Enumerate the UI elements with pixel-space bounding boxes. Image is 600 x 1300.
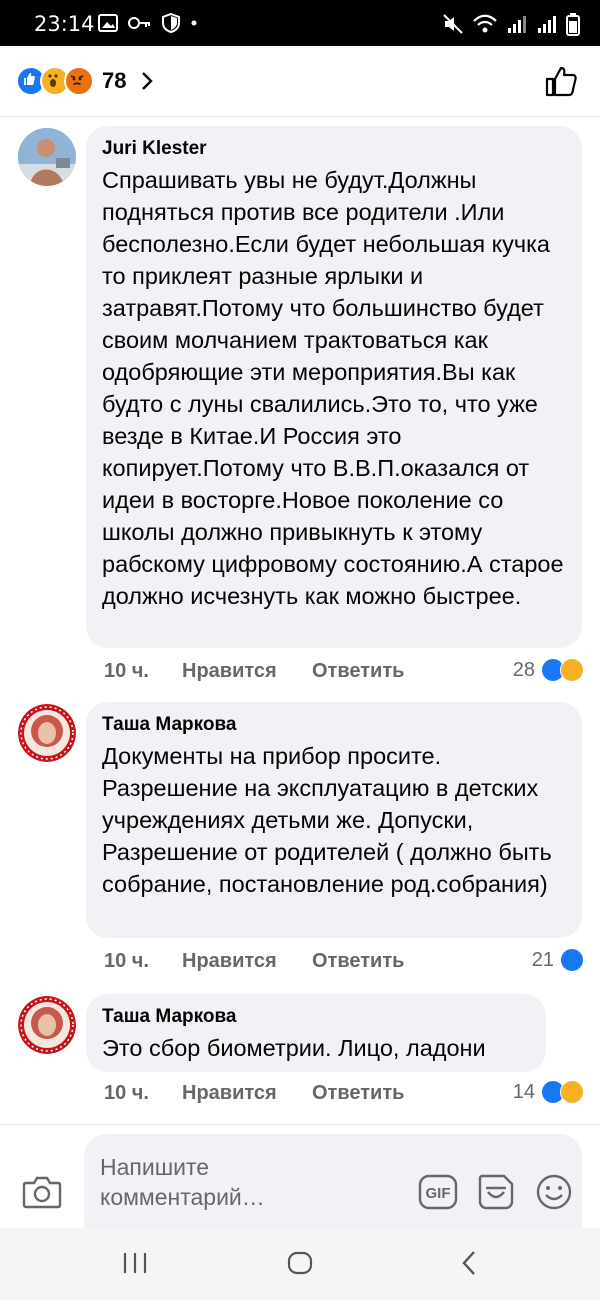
comment-reaction-count: 21 (531, 948, 554, 971)
like-link[interactable]: Нравится (182, 950, 312, 973)
comment-bubble: Juri Klester Спрашивать увы не будут.Дол… (86, 126, 582, 648)
chevron-right-icon (142, 72, 154, 90)
emoji-icon[interactable] (534, 1172, 574, 1212)
status-bar: 23:14 (0, 0, 600, 46)
avatar[interactable] (18, 996, 76, 1054)
signal-2-icon (538, 16, 556, 33)
camera-icon[interactable] (22, 1174, 62, 1210)
dot-icon (191, 20, 197, 26)
comment-time[interactable]: 10 ч. (104, 950, 182, 973)
angry-icon (64, 66, 94, 96)
reply-link[interactable]: Ответить (312, 1082, 404, 1105)
comment-text: Документы на прибор просите. Разрешение … (102, 743, 552, 897)
comment-author[interactable]: Juri Klester (102, 138, 566, 160)
key-notification-icon (128, 17, 150, 29)
comment-text: Спрашивать увы не будут.Должны подняться… (102, 167, 564, 609)
comment-reactions[interactable]: 14 (513, 1080, 584, 1104)
back-icon[interactable] (455, 1248, 485, 1278)
avatar[interactable] (18, 128, 76, 186)
comment-bubble: Таша Маркова Это сбор биометрии. Лицо, л… (86, 994, 546, 1072)
composer-divider (0, 1124, 600, 1125)
comments-sheet: 78 Juri Klester Спрашивать увы не будут.… (0, 46, 600, 1300)
android-nav-bar (0, 1228, 600, 1300)
like-icon (560, 948, 584, 972)
like-link[interactable]: Нравится (182, 1082, 312, 1105)
comment-reaction-count: 14 (512, 1080, 535, 1103)
gallery-notification-icon (98, 14, 118, 32)
reply-link[interactable]: Ответить (312, 950, 404, 973)
thumbs-up-icon[interactable] (544, 64, 578, 98)
comment-reactions[interactable]: 28 (513, 658, 584, 682)
gif-label: GIF (426, 1185, 451, 1202)
comment-meta: 10 ч. Нравится Ответить (104, 950, 404, 973)
comment-author[interactable]: Таша Маркова (102, 1006, 530, 1028)
recent-apps-icon[interactable] (120, 1248, 150, 1278)
gif-icon[interactable]: GIF (418, 1174, 458, 1210)
comment-reactions[interactable]: 21 (532, 948, 584, 972)
status-left-icons (98, 13, 198, 33)
reply-link[interactable]: Ответить (312, 660, 404, 683)
status-time: 23:14 (34, 12, 95, 36)
reactions-summary[interactable]: 78 (16, 66, 154, 96)
comment-meta: 10 ч. Нравится Ответить (104, 660, 404, 683)
reactions-count: 78 (102, 68, 127, 93)
comment-input-placeholder: Напишите комментарий… (100, 1154, 265, 1210)
home-icon[interactable] (285, 1248, 315, 1278)
signal-1-icon (508, 16, 526, 33)
comment-text: Это сбор биометрии. Лицо, ладони (102, 1035, 486, 1061)
battery-icon (566, 13, 580, 36)
comment-reaction-count: 28 (512, 658, 535, 681)
wifi-icon (473, 14, 497, 33)
mute-icon (443, 14, 463, 34)
comment-time[interactable]: 10 ч. (104, 660, 182, 683)
comment-bubble: Таша Маркова Документы на прибор просите… (86, 702, 582, 938)
status-right-icons (442, 12, 580, 36)
comment-author[interactable]: Таша Маркова (102, 714, 566, 736)
comment-meta: 10 ч. Нравится Ответить (104, 1082, 404, 1105)
sad-icon (560, 1080, 584, 1104)
comment-time[interactable]: 10 ч. (104, 1082, 182, 1105)
shield-notification-icon (162, 13, 180, 33)
avatar[interactable] (18, 704, 76, 762)
reactions-header: 78 (0, 46, 600, 117)
sticker-icon[interactable] (476, 1172, 516, 1212)
like-link[interactable]: Нравится (182, 660, 312, 683)
sad-icon (560, 658, 584, 682)
